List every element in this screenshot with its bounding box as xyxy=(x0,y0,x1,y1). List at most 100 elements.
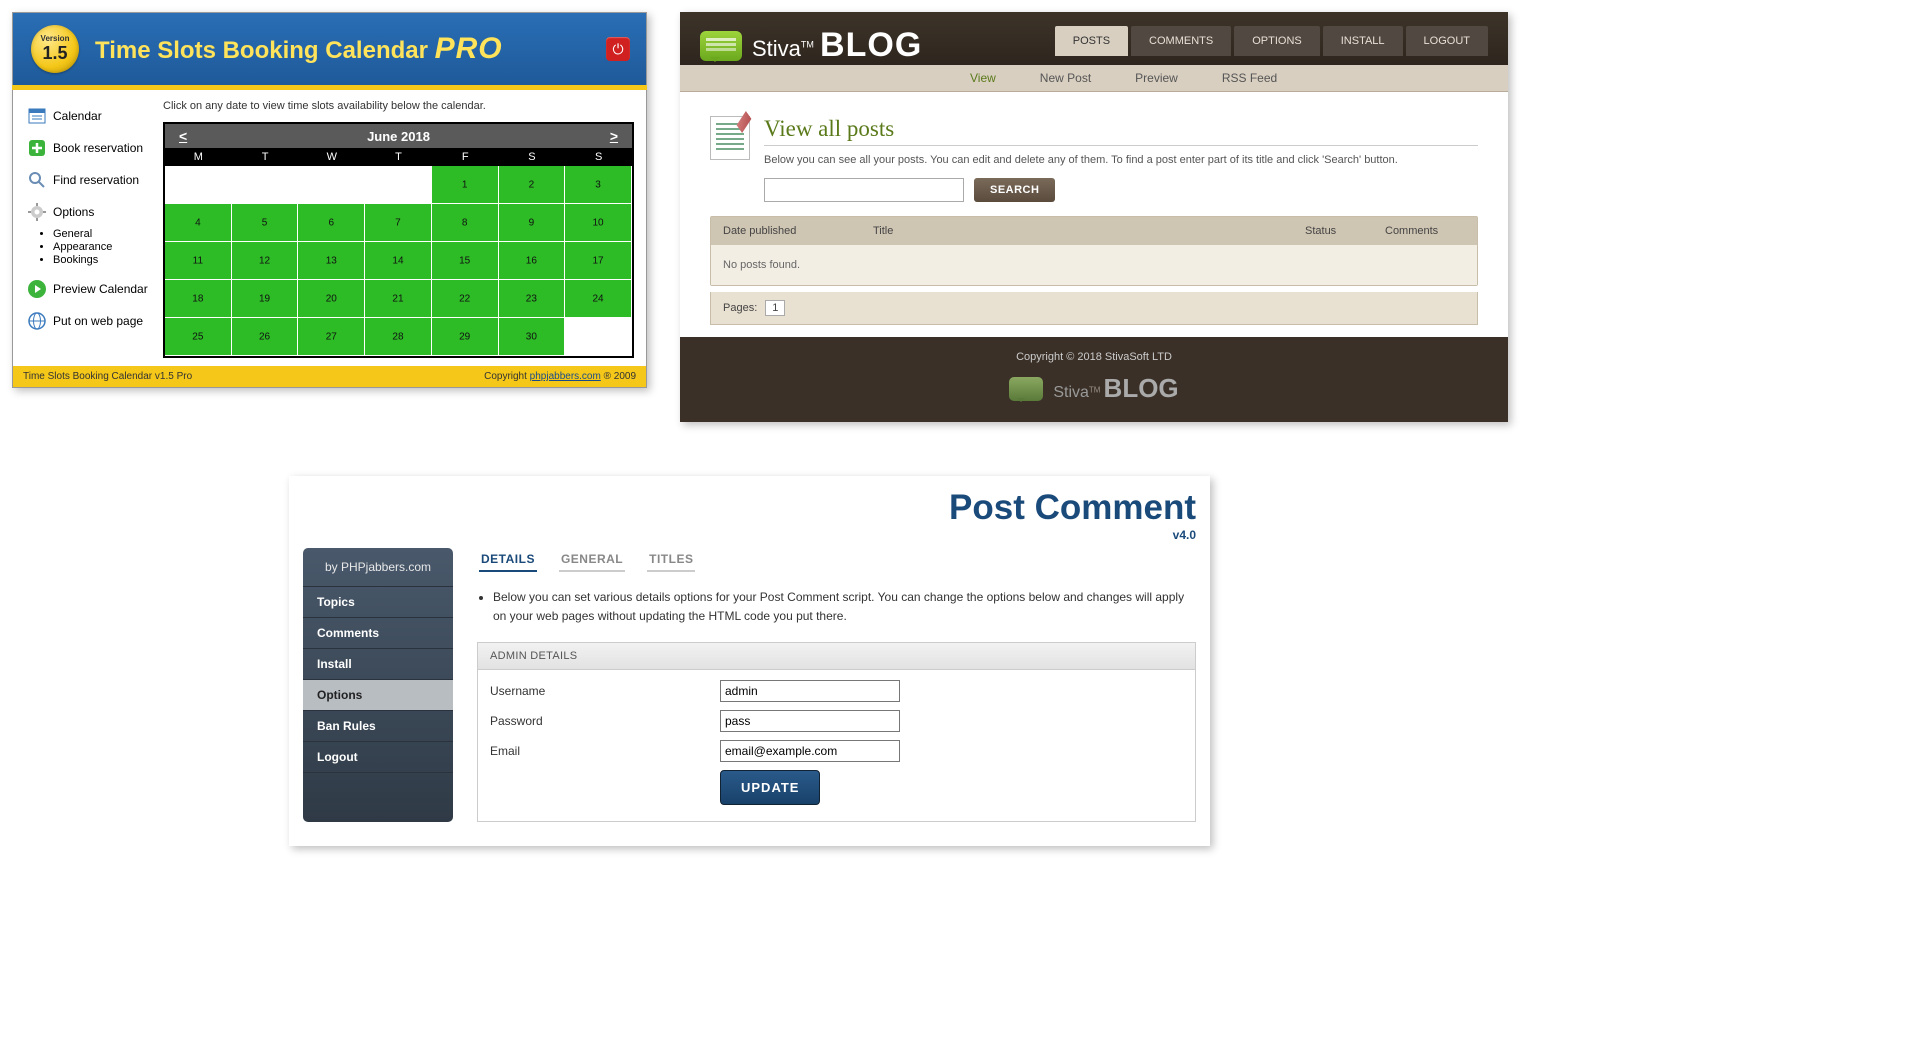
calendar-day[interactable]: 14 xyxy=(365,242,432,280)
calendar-day[interactable]: 8 xyxy=(432,204,499,242)
admin-details-box: ADMIN DETAILS Username Password Email UP xyxy=(477,642,1196,822)
tab-posts[interactable]: POSTS xyxy=(1055,26,1128,56)
calendar-day[interactable]: 22 xyxy=(432,280,499,318)
footer-link[interactable]: phpjabbers.com xyxy=(530,371,601,382)
app-header: Version 1.5 Time Slots Booking Calendar … xyxy=(12,12,647,85)
table-empty: No posts found. xyxy=(711,245,1477,285)
tab-details[interactable]: DETAILS xyxy=(479,548,537,572)
subnav-rss[interactable]: RSS Feed xyxy=(1222,71,1277,85)
sidebar-item-preview[interactable]: Preview Calendar xyxy=(25,273,163,305)
options-submenu: General Appearance Bookings xyxy=(53,228,163,273)
calendar-day[interactable]: 24 xyxy=(565,280,632,318)
box-header: ADMIN DETAILS xyxy=(478,643,1195,670)
calendar-day[interactable]: 19 xyxy=(232,280,299,318)
tab-comments[interactable]: COMMENTS xyxy=(1131,26,1231,56)
posts-table: Date published Title Status Comments No … xyxy=(710,216,1478,286)
calendar-day[interactable]: 7 xyxy=(365,204,432,242)
calendar-day xyxy=(365,166,432,204)
calendar-day[interactable]: 12 xyxy=(232,242,299,280)
subnav-view[interactable]: View xyxy=(970,71,996,85)
page-1[interactable]: 1 xyxy=(765,300,785,316)
current-month: June 2018 xyxy=(367,129,430,144)
email-input[interactable] xyxy=(720,740,900,762)
table-header: Date published Title Status Comments xyxy=(711,217,1477,245)
speech-bubble-icon xyxy=(1009,377,1043,401)
calendar-day[interactable]: 5 xyxy=(232,204,299,242)
calendar-main: Click on any date to view time slots ava… xyxy=(163,100,634,358)
sidebar-item-book[interactable]: Book reservation xyxy=(25,132,163,164)
blog-footer: Copyright © 2018 StivaSoft LTD StivaTM B… xyxy=(680,337,1508,422)
sidebar-item-topics[interactable]: Topics xyxy=(303,587,453,618)
calendar-widget: < June 2018 > M T W T F S S 123456789101… xyxy=(163,122,634,358)
col-date: Date published xyxy=(723,225,873,237)
calendar-day[interactable]: 26 xyxy=(232,318,299,356)
sidebar-item-options[interactable]: Options xyxy=(25,196,163,228)
sidebar-item-options[interactable]: Options xyxy=(303,680,453,711)
app-footer: Time Slots Booking Calendar v1.5 Pro Cop… xyxy=(12,366,647,388)
next-month-button[interactable]: > xyxy=(610,128,618,144)
calendar-day[interactable]: 13 xyxy=(298,242,365,280)
calendar-day[interactable]: 30 xyxy=(499,318,566,356)
sidebar-sub-bookings[interactable]: Bookings xyxy=(53,254,163,266)
username-input[interactable] xyxy=(720,680,900,702)
sidebar-item-install[interactable]: Install xyxy=(303,649,453,680)
calendar-day[interactable]: 11 xyxy=(165,242,232,280)
calendar-day[interactable]: 16 xyxy=(499,242,566,280)
calendar-header: < June 2018 > xyxy=(165,124,632,148)
globe-icon xyxy=(27,311,47,331)
calendar-day[interactable]: 9 xyxy=(499,204,566,242)
calendar-day[interactable]: 21 xyxy=(365,280,432,318)
calendar-grid: 1234567891011121314151617181920212223242… xyxy=(165,166,632,356)
sidebar-item-logout[interactable]: Logout xyxy=(303,742,453,773)
blog-header: StivaTM BLOG POSTS COMMENTS OPTIONS INST… xyxy=(680,12,1508,65)
plus-icon xyxy=(27,138,47,158)
password-label: Password xyxy=(490,714,720,728)
tab-options[interactable]: OPTIONS xyxy=(1234,26,1320,56)
calendar-day[interactable]: 6 xyxy=(298,204,365,242)
sidebar: Calendar Book reservation Find reservati… xyxy=(25,100,163,358)
calendar-day[interactable]: 27 xyxy=(298,318,365,356)
password-input[interactable] xyxy=(720,710,900,732)
power-icon[interactable]: ⏻ xyxy=(606,37,630,61)
calendar-day[interactable]: 15 xyxy=(432,242,499,280)
calendar-day[interactable]: 20 xyxy=(298,280,365,318)
tab-general[interactable]: GENERAL xyxy=(559,548,625,572)
prev-month-button[interactable]: < xyxy=(179,128,187,144)
tab-install[interactable]: INSTALL xyxy=(1323,26,1403,56)
col-status: Status xyxy=(1305,225,1385,237)
sidebar: by PHPjabbers.com Topics Comments Instal… xyxy=(303,548,453,822)
app-title: Time Slots Booking Calendar PRO xyxy=(95,32,503,66)
subnav-preview[interactable]: Preview xyxy=(1135,71,1178,85)
version-label: Version xyxy=(41,34,70,43)
sidebar-item-calendar[interactable]: Calendar xyxy=(25,100,163,132)
tab-titles[interactable]: TITLES xyxy=(647,548,695,572)
speech-bubble-icon xyxy=(700,31,742,61)
sidebar-item-comments[interactable]: Comments xyxy=(303,618,453,649)
play-icon xyxy=(27,279,47,299)
calendar-day[interactable]: 18 xyxy=(165,280,232,318)
sidebar-sub-appearance[interactable]: Appearance xyxy=(53,241,163,253)
calendar-day[interactable]: 3 xyxy=(565,166,632,204)
app-version: v4.0 xyxy=(303,528,1196,542)
update-button[interactable]: UPDATE xyxy=(720,770,820,805)
calendar-day[interactable]: 29 xyxy=(432,318,499,356)
subnav-newpost[interactable]: New Post xyxy=(1040,71,1091,85)
calendar-day[interactable]: 4 xyxy=(165,204,232,242)
calendar-day[interactable]: 17 xyxy=(565,242,632,280)
col-comments: Comments xyxy=(1385,225,1465,237)
calendar-day[interactable]: 2 xyxy=(499,166,566,204)
search-button[interactable]: SEARCH xyxy=(974,178,1055,202)
sidebar-item-put[interactable]: Put on web page xyxy=(25,305,163,337)
calendar-day[interactable]: 25 xyxy=(165,318,232,356)
calendar-day xyxy=(232,166,299,204)
calendar-day[interactable]: 23 xyxy=(499,280,566,318)
calendar-day[interactable]: 1 xyxy=(432,166,499,204)
tab-logout[interactable]: LOGOUT xyxy=(1406,26,1488,56)
calendar-day[interactable]: 28 xyxy=(365,318,432,356)
sidebar-item-find[interactable]: Find reservation xyxy=(25,164,163,196)
sidebar-sub-general[interactable]: General xyxy=(53,228,163,240)
calendar-day[interactable]: 10 xyxy=(565,204,632,242)
search-input[interactable] xyxy=(764,178,964,202)
footer-version: Time Slots Booking Calendar v1.5 Pro xyxy=(23,371,192,382)
sidebar-item-banrules[interactable]: Ban Rules xyxy=(303,711,453,742)
